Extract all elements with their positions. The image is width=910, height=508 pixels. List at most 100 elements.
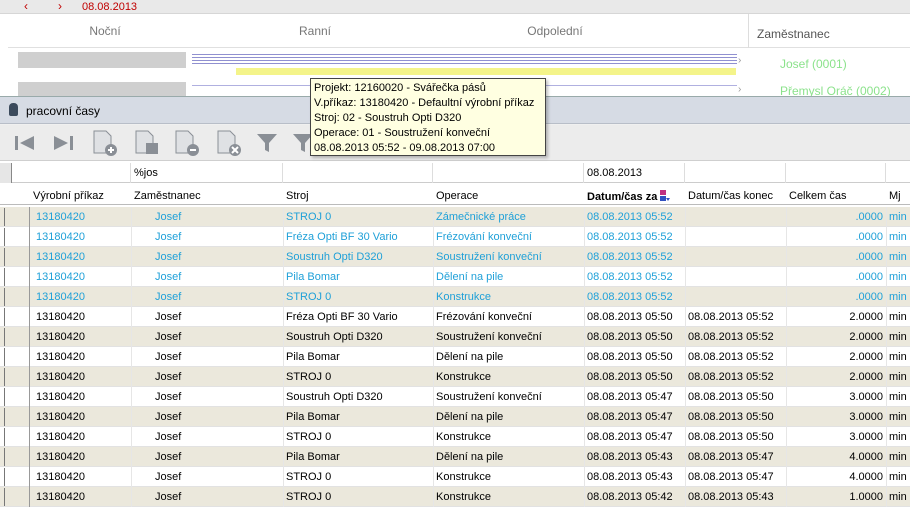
cell-start[interactable]: 08.08.2013 05:47 bbox=[584, 387, 685, 407]
col-total[interactable]: Celkem čas bbox=[786, 185, 886, 205]
cell-end[interactable]: 08.08.2013 05:52 bbox=[685, 347, 786, 367]
cell-operation[interactable]: Konstrukce bbox=[433, 427, 584, 447]
row-header[interactable] bbox=[0, 467, 30, 487]
cell-machine[interactable]: Soustruh Opti D320 bbox=[283, 327, 433, 347]
cell-employee[interactable]: Josef bbox=[152, 367, 282, 387]
filter-start[interactable]: 08.08.2013 bbox=[584, 163, 685, 183]
cell-employee[interactable]: Josef bbox=[152, 467, 282, 487]
cell-end[interactable]: 08.08.2013 05:50 bbox=[685, 407, 786, 427]
cell-order[interactable]: 13180420 bbox=[33, 227, 131, 247]
cell-employee[interactable]: Josef bbox=[152, 287, 282, 307]
cell-end[interactable] bbox=[685, 287, 786, 307]
cell-end[interactable] bbox=[685, 207, 786, 227]
col-employee[interactable]: Zaměstnanec bbox=[131, 185, 283, 205]
cell-total[interactable]: 2.0000 bbox=[786, 367, 886, 387]
cell-unit[interactable]: min bbox=[886, 467, 910, 487]
filter-order[interactable] bbox=[30, 163, 131, 183]
cell-machine[interactable]: Soustruh Opti D320 bbox=[283, 387, 433, 407]
cell-operation[interactable]: Soustružení konveční bbox=[433, 247, 584, 267]
cell-machine[interactable]: STROJ 0 bbox=[283, 427, 433, 447]
table-row[interactable]: 13180420 Josef Soustruh Opti D320 Soustruže… bbox=[0, 247, 910, 267]
cell-start[interactable]: 08.08.2013 05:43 bbox=[584, 467, 685, 487]
table-row[interactable]: 13180420 Josef Soustruh Opti D320 Soustruže… bbox=[0, 327, 910, 347]
cell-machine[interactable]: STROJ 0 bbox=[283, 467, 433, 487]
cell-machine[interactable]: Pila Bomar bbox=[283, 347, 433, 367]
cell-total[interactable]: 2.0000 bbox=[786, 347, 886, 367]
cell-unit[interactable]: min bbox=[886, 207, 910, 227]
col-order[interactable]: Výrobní příkaz bbox=[30, 185, 131, 205]
cell-operation[interactable]: Frézování konveční bbox=[433, 307, 584, 327]
cell-order[interactable]: 13180420 bbox=[33, 387, 131, 407]
cell-machine[interactable]: Fréza Opti BF 30 Vario bbox=[283, 307, 433, 327]
cell-employee[interactable]: Josef bbox=[152, 247, 282, 267]
row-header[interactable] bbox=[0, 427, 30, 447]
table-row[interactable]: 13180420 Josef Pila Bomar Dělení na pile 08.… bbox=[0, 407, 910, 427]
cell-end[interactable] bbox=[685, 267, 786, 287]
cell-operation[interactable]: Dělení na pile bbox=[433, 267, 584, 287]
cell-end[interactable]: 08.08.2013 05:47 bbox=[685, 447, 786, 467]
cell-total[interactable]: 2.0000 bbox=[786, 327, 886, 347]
row-header[interactable] bbox=[0, 387, 30, 407]
cell-total[interactable]: .0000 bbox=[786, 267, 886, 287]
cell-operation[interactable]: Soustružení konveční bbox=[433, 327, 584, 347]
cell-unit[interactable]: min bbox=[886, 327, 910, 347]
cell-end[interactable]: 08.08.2013 05:47 bbox=[685, 467, 786, 487]
prev-day-icon[interactable]: ‹ bbox=[24, 0, 28, 13]
cell-operation[interactable]: Frézování konveční bbox=[433, 227, 584, 247]
table-row[interactable]: 13180420 Josef STROJ 0 Konstrukce 08.08.2013… bbox=[0, 427, 910, 447]
cell-machine[interactable]: Pila Bomar bbox=[283, 267, 433, 287]
cell-order[interactable]: 13180420 bbox=[33, 427, 131, 447]
cell-total[interactable]: 4.0000 bbox=[786, 467, 886, 487]
cell-employee[interactable]: Josef bbox=[152, 207, 282, 227]
row-header[interactable] bbox=[0, 367, 30, 387]
employee-premysl[interactable]: Přemysl Oráč (0002) bbox=[748, 84, 910, 96]
cell-end[interactable]: 08.08.2013 05:50 bbox=[685, 427, 786, 447]
table-row[interactable]: 13180420 Josef Fréza Opti BF 30 Vario Frézo… bbox=[0, 307, 910, 327]
cell-operation[interactable]: Konstrukce bbox=[433, 287, 584, 307]
cell-end[interactable] bbox=[685, 227, 786, 247]
cell-start[interactable]: 08.08.2013 05:50 bbox=[584, 347, 685, 367]
cell-operation[interactable]: Dělení na pile bbox=[433, 347, 584, 367]
remove-record-button[interactable] bbox=[212, 128, 246, 158]
cell-machine[interactable]: Pila Bomar bbox=[283, 407, 433, 427]
cell-order[interactable]: 13180420 bbox=[33, 267, 131, 287]
insert-record-button[interactable] bbox=[88, 128, 122, 158]
table-row[interactable]: 13180420 Josef STROJ 0 Konstrukce 08.08.2013… bbox=[0, 467, 910, 487]
cell-employee[interactable]: Josef bbox=[152, 487, 282, 507]
cell-unit[interactable]: min bbox=[886, 267, 910, 287]
row-header[interactable] bbox=[0, 247, 30, 267]
table-row[interactable]: 13180420 Josef STROJ 0 Konstrukce 08.08.2013… bbox=[0, 367, 910, 387]
table-row[interactable]: 13180420 Josef Pila Bomar Dělení na pile 08.… bbox=[0, 347, 910, 367]
table-row[interactable]: 13180420 Josef STROJ 0 Zámečnické práce 08.0… bbox=[0, 207, 910, 227]
col-operation[interactable]: Operace bbox=[433, 185, 584, 205]
cell-order[interactable]: 13180420 bbox=[33, 407, 131, 427]
cell-order[interactable]: 13180420 bbox=[33, 247, 131, 267]
cell-unit[interactable]: min bbox=[886, 247, 910, 267]
cell-end[interactable]: 08.08.2013 05:52 bbox=[685, 367, 786, 387]
cell-total[interactable]: .0000 bbox=[786, 287, 886, 307]
cell-operation[interactable]: Dělení na pile bbox=[433, 407, 584, 427]
col-end[interactable]: Datum/čas konec bbox=[685, 185, 786, 205]
filter-operation[interactable] bbox=[433, 163, 584, 183]
cell-start[interactable]: 08.08.2013 05:47 bbox=[584, 407, 685, 427]
table-row[interactable]: 13180420 Josef Pila Bomar Dělení na pile 08.… bbox=[0, 267, 910, 287]
cell-total[interactable]: 3.0000 bbox=[786, 427, 886, 447]
cell-end[interactable]: 08.08.2013 05:52 bbox=[685, 327, 786, 347]
cell-start[interactable]: 08.08.2013 05:43 bbox=[584, 447, 685, 467]
cell-order[interactable]: 13180420 bbox=[33, 207, 131, 227]
cell-employee[interactable]: Josef bbox=[152, 307, 282, 327]
cell-operation[interactable]: Soustružení konveční bbox=[433, 387, 584, 407]
delete-record-button[interactable] bbox=[170, 128, 204, 158]
cell-end[interactable] bbox=[685, 247, 786, 267]
lane-scroll-icon[interactable]: › bbox=[738, 55, 741, 66]
cell-machine[interactable]: STROJ 0 bbox=[283, 367, 433, 387]
lane-scroll-icon[interactable]: › bbox=[738, 84, 741, 95]
cell-start[interactable]: 08.08.2013 05:52 bbox=[584, 267, 685, 287]
row-header[interactable] bbox=[0, 227, 30, 247]
cell-total[interactable]: .0000 bbox=[786, 247, 886, 267]
row-header[interactable] bbox=[0, 487, 30, 507]
cell-unit[interactable]: min bbox=[886, 387, 910, 407]
cell-unit[interactable]: min bbox=[886, 347, 910, 367]
cell-machine[interactable]: STROJ 0 bbox=[283, 207, 433, 227]
row-header[interactable] bbox=[0, 327, 30, 347]
